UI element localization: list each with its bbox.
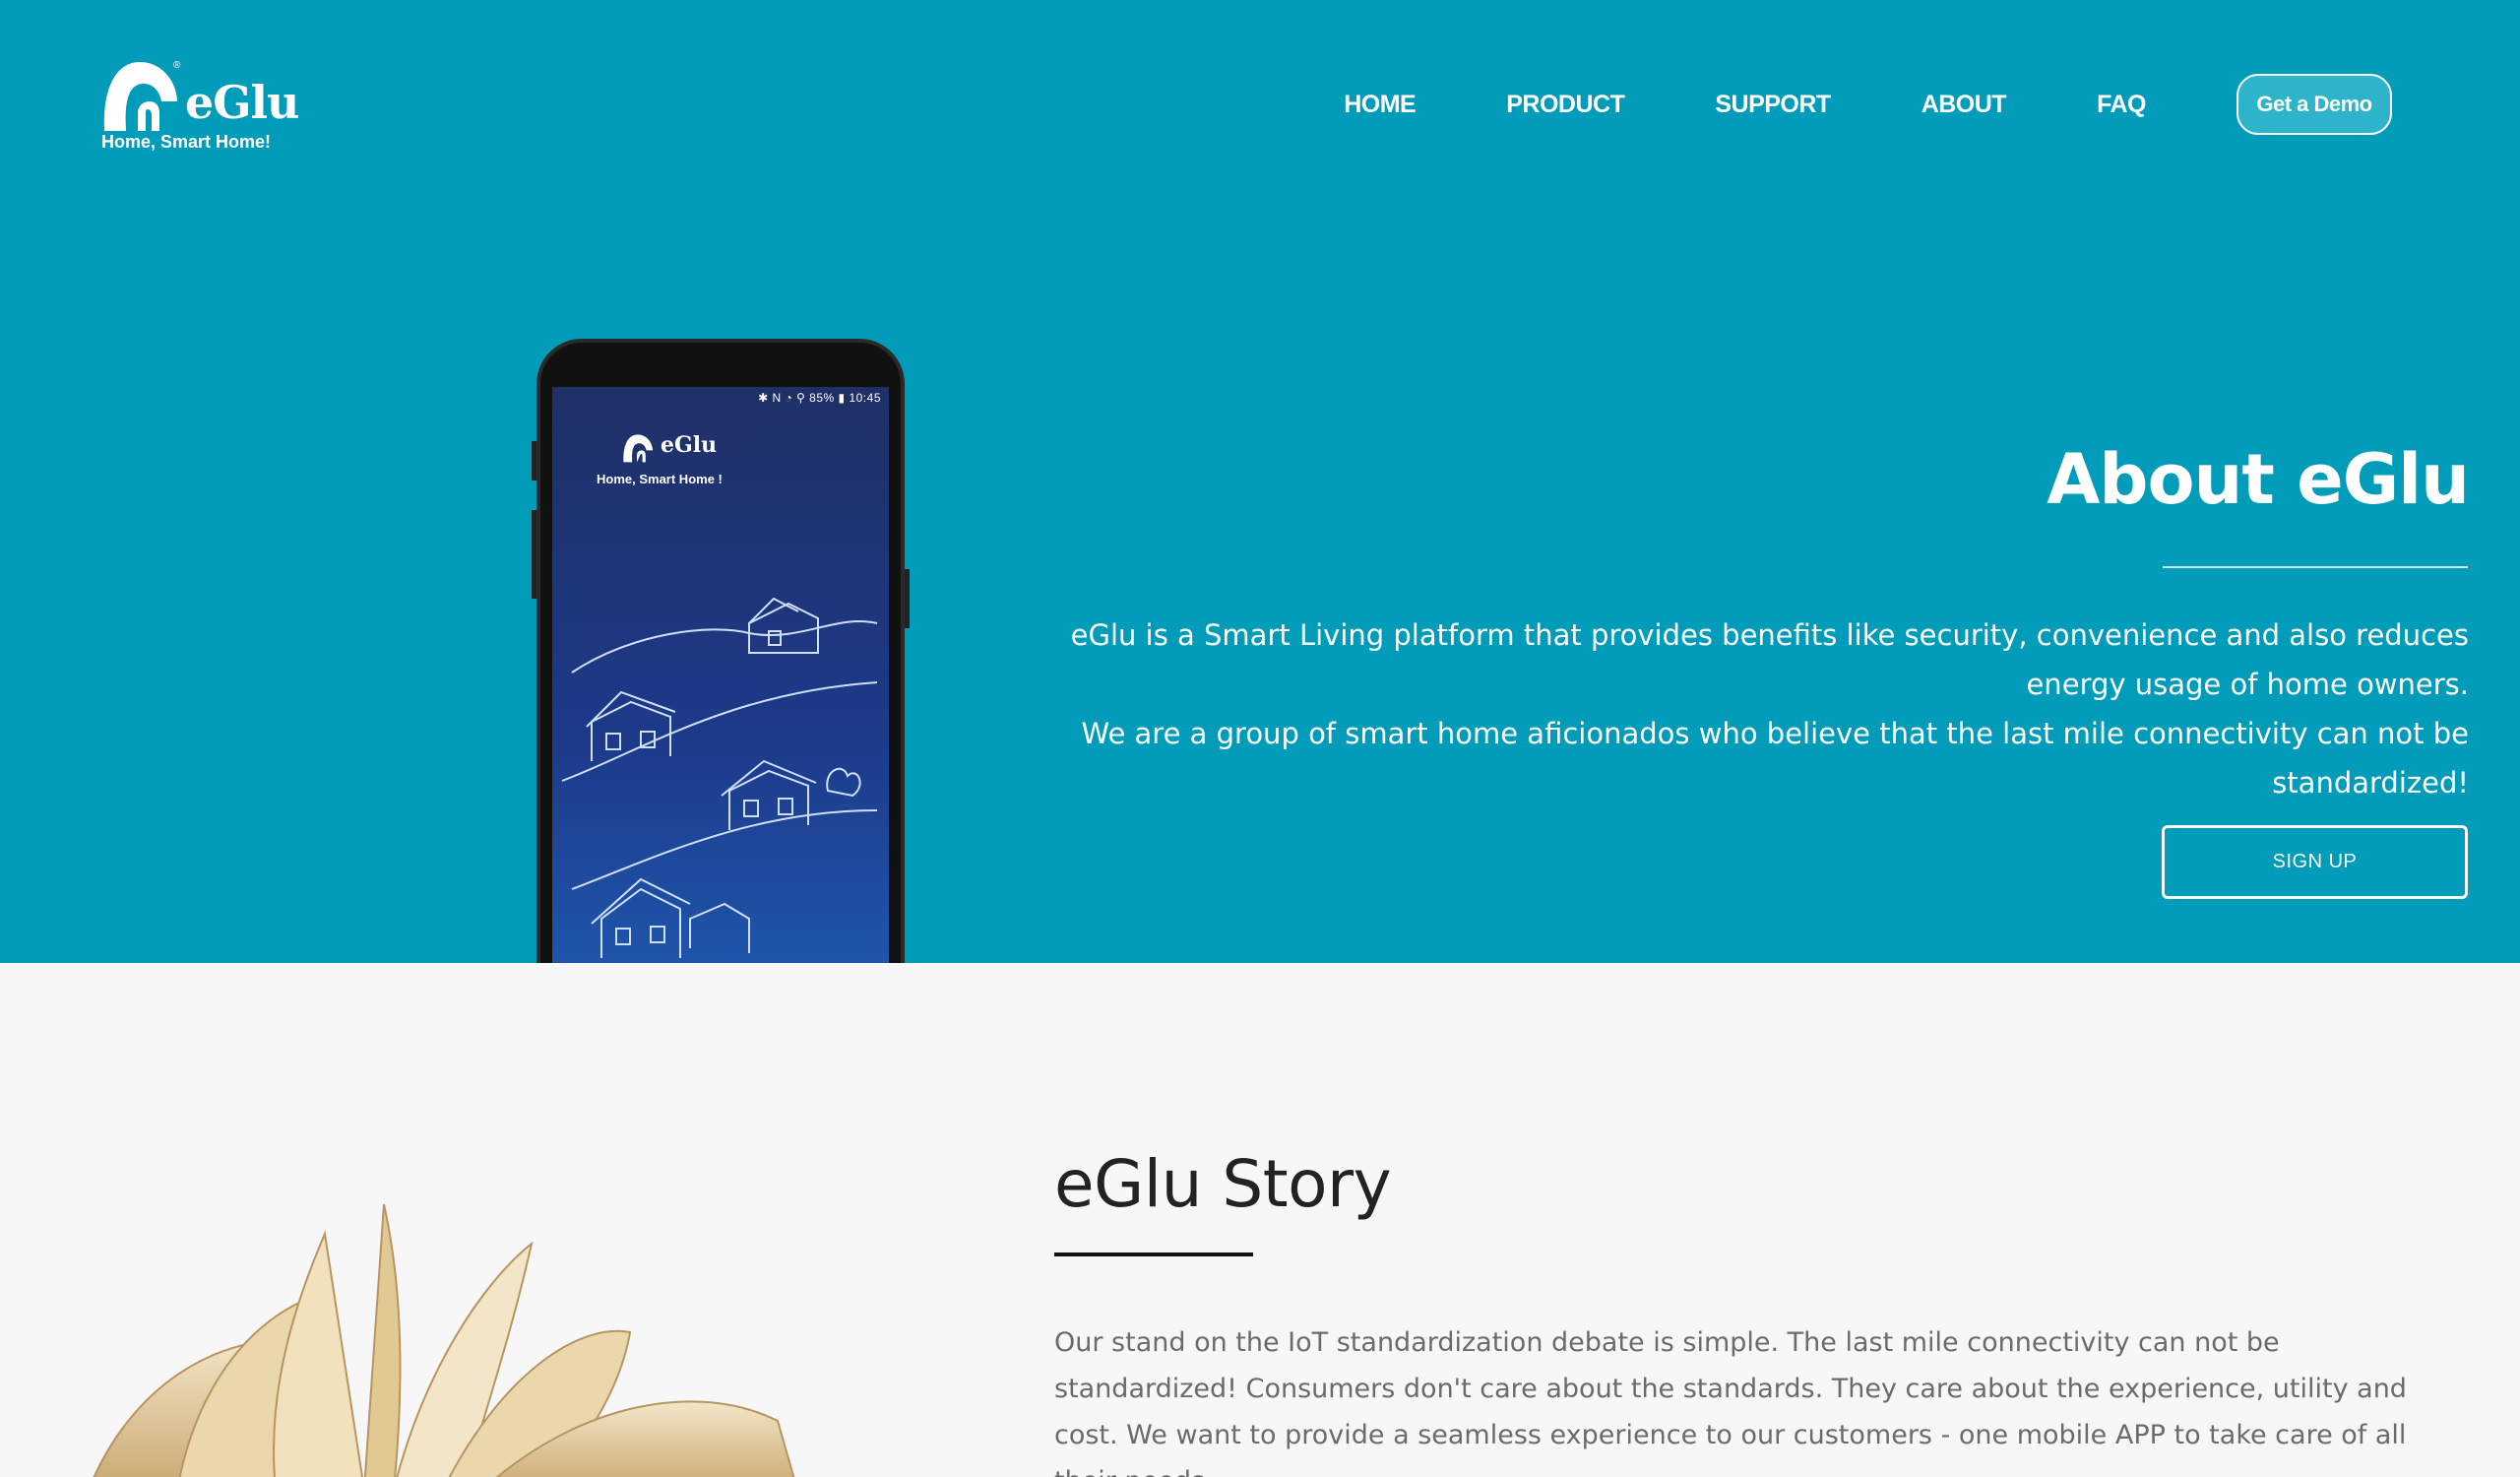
story-paragraph: Our stand on the IoT standardization deb… (1054, 1327, 2407, 1477)
logo-wordmark: eGlu (185, 76, 299, 129)
open-book-image (93, 1203, 795, 1477)
get-demo-button[interactable]: Get a Demo (2236, 74, 2392, 135)
phone-side-button (905, 569, 910, 628)
hero-section: ® eGlu Home, Smart Home! HOME PRODUCT SU… (0, 0, 2520, 963)
registered-mark: ® (173, 60, 181, 71)
houses-illustration (561, 597, 878, 958)
nav-faq[interactable]: FAQ (2097, 91, 2146, 119)
main-nav: HOME PRODUCT SUPPORT ABOUT FAQ Get a Dem… (1344, 74, 2392, 135)
nav-home[interactable]: HOME (1344, 91, 1417, 119)
eglu-logo[interactable]: ® eGlu Home, Smart Home! (98, 54, 299, 162)
story-title: eGlu Story (1054, 1146, 1392, 1222)
about-description: eGlu is a Smart Living platform that pro… (1063, 610, 2469, 807)
nav-about[interactable]: ABOUT (1922, 91, 2007, 119)
about-paragraph-2: We are a group of smart home aficionados… (1081, 717, 2469, 800)
about-paragraph-1: eGlu is a Smart Living platform that pro… (1070, 618, 2469, 701)
phone-side-button (532, 510, 536, 599)
story-divider (1054, 1252, 1253, 1256)
about-title: About eGlu (2047, 439, 2470, 520)
app-tagline: Home, Smart Home ! (597, 472, 723, 486)
logo-tagline: Home, Smart Home! (101, 132, 272, 152)
app-logo-icon (623, 434, 653, 463)
phone-screen: ✱ N ◔ ⚲ 85% ▮ 10:45 eGlu Home, Smart Hom… (552, 387, 889, 963)
app-name: eGlu (661, 432, 718, 458)
nav-product[interactable]: PRODUCT (1506, 91, 1625, 119)
phone-side-button (532, 441, 536, 481)
phone-mockup: ✱ N ◔ ⚲ 85% ▮ 10:45 eGlu Home, Smart Hom… (532, 339, 910, 963)
phone-status-bar: ✱ N ◔ ⚲ 85% ▮ 10:45 (758, 391, 881, 405)
about-divider (2163, 566, 2468, 568)
sign-up-button[interactable]: SIGN UP (2162, 825, 2468, 899)
story-section: eGlu Story Our stand on the IoT standard… (0, 963, 2520, 1477)
nav-support[interactable]: SUPPORT (1715, 91, 1831, 119)
